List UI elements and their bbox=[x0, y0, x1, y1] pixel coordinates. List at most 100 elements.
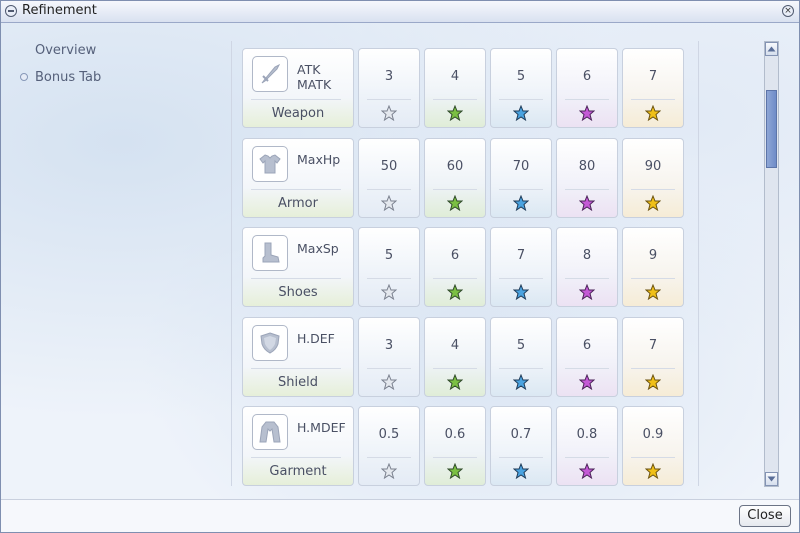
table-row: MaxHp Armor 50 60 70 80 90 bbox=[242, 138, 702, 220]
refine-level-card[interactable]: 7 bbox=[622, 48, 684, 128]
garment-icon bbox=[252, 414, 288, 450]
star-icon bbox=[447, 463, 463, 479]
sidebar-item-label: Bonus Tab bbox=[35, 70, 102, 85]
bonus-value: 80 bbox=[578, 159, 596, 174]
star-icon bbox=[645, 195, 661, 211]
refine-level-card[interactable]: 60 bbox=[424, 138, 486, 218]
card-divider bbox=[631, 457, 675, 458]
close-button[interactable]: Close bbox=[739, 505, 791, 527]
bonus-value: 7 bbox=[648, 338, 658, 353]
refine-level-card[interactable]: 80 bbox=[556, 138, 618, 218]
equipment-card-shield[interactable]: H.DEF Shield bbox=[242, 317, 354, 397]
star-icon bbox=[447, 195, 463, 211]
refine-level-card[interactable]: 0.7 bbox=[490, 406, 552, 486]
card-divider bbox=[499, 278, 543, 279]
refine-level-card[interactable]: 50 bbox=[358, 138, 420, 218]
close-icon[interactable]: × bbox=[782, 5, 794, 17]
bonus-value: 0.6 bbox=[444, 427, 466, 442]
card-divider bbox=[631, 278, 675, 279]
bonus-value: 0.9 bbox=[642, 427, 664, 442]
star-icon bbox=[447, 105, 463, 121]
bonus-value: 5 bbox=[516, 338, 526, 353]
content-area: Overview Bonus Tab ATK MATK Weapon 3 4 5… bbox=[1, 23, 799, 499]
refine-level-card[interactable]: 7 bbox=[622, 317, 684, 397]
bonus-value: 7 bbox=[648, 69, 658, 84]
star-icon bbox=[579, 284, 595, 300]
star-icon bbox=[513, 463, 529, 479]
bonus-value: 6 bbox=[582, 338, 592, 353]
vertical-scrollbar[interactable] bbox=[764, 41, 779, 487]
equipment-name: Armor bbox=[278, 196, 318, 211]
sidebar-item-label: Overview bbox=[35, 43, 97, 58]
refine-level-card[interactable]: 0.8 bbox=[556, 406, 618, 486]
refine-level-card[interactable]: 5 bbox=[490, 317, 552, 397]
armor-icon bbox=[252, 146, 288, 182]
card-divider bbox=[565, 189, 609, 190]
footer-bar: Close bbox=[1, 499, 799, 532]
star-icon bbox=[513, 105, 529, 121]
sidebar-item-overview[interactable]: Overview bbox=[35, 43, 96, 58]
equipment-card-shoes[interactable]: MaxSp Shoes bbox=[242, 227, 354, 307]
stat-label: H.MDEF bbox=[297, 420, 346, 435]
star-icon bbox=[579, 374, 595, 390]
equipment-name: Garment bbox=[269, 464, 327, 479]
refine-level-card[interactable]: 70 bbox=[490, 138, 552, 218]
card-divider bbox=[565, 368, 609, 369]
refine-level-card[interactable]: 8 bbox=[556, 227, 618, 307]
refine-level-card[interactable]: 6 bbox=[556, 317, 618, 397]
boot-icon bbox=[252, 235, 288, 271]
bonus-value: 4 bbox=[450, 69, 460, 84]
refine-level-card[interactable]: 6 bbox=[424, 227, 486, 307]
bonus-value: 70 bbox=[512, 159, 530, 174]
bonus-value: 6 bbox=[450, 248, 460, 263]
bonus-value: 5 bbox=[516, 69, 526, 84]
refine-level-card[interactable]: 7 bbox=[490, 227, 552, 307]
star-icon bbox=[513, 195, 529, 211]
card-divider bbox=[499, 99, 543, 100]
card-divider bbox=[367, 189, 411, 190]
minimize-icon[interactable] bbox=[5, 5, 17, 17]
equipment-name: Weapon bbox=[271, 106, 325, 121]
equipment-card-armor[interactable]: MaxHp Armor bbox=[242, 138, 354, 218]
table-row: H.MDEF Garment 0.5 0.6 0.7 0.8 0.9 bbox=[242, 406, 702, 488]
refine-level-card[interactable]: 3 bbox=[358, 317, 420, 397]
star-icon bbox=[645, 374, 661, 390]
card-divider bbox=[367, 278, 411, 279]
sidebar-item-bonus-tab[interactable]: Bonus Tab bbox=[20, 70, 102, 85]
sidebar: Overview Bonus Tab bbox=[1, 23, 221, 499]
star-icon bbox=[381, 374, 397, 390]
star-icon bbox=[645, 105, 661, 121]
refine-level-card[interactable]: 4 bbox=[424, 48, 486, 128]
refine-level-card[interactable]: 0.6 bbox=[424, 406, 486, 486]
title-bar[interactable]: Refinement × bbox=[1, 1, 799, 23]
equipment-card-weapon[interactable]: ATK MATK Weapon bbox=[242, 48, 354, 128]
card-divider bbox=[499, 457, 543, 458]
bullet-icon bbox=[20, 73, 28, 81]
scroll-thumb[interactable] bbox=[766, 90, 777, 168]
refine-level-card[interactable]: 9 bbox=[622, 227, 684, 307]
equipment-card-garment[interactable]: H.MDEF Garment bbox=[242, 406, 354, 486]
refine-level-card[interactable]: 5 bbox=[358, 227, 420, 307]
card-divider bbox=[433, 457, 477, 458]
arrow-up-icon bbox=[767, 46, 776, 52]
stat-label: H.DEF bbox=[297, 331, 335, 346]
card-divider bbox=[565, 278, 609, 279]
table-row: H.DEF Shield 3 4 5 6 7 bbox=[242, 317, 702, 399]
card-divider bbox=[251, 457, 341, 458]
scroll-up-button[interactable] bbox=[765, 42, 778, 56]
refine-level-card[interactable]: 3 bbox=[358, 48, 420, 128]
bonus-value: 0.5 bbox=[378, 427, 400, 442]
scroll-down-button[interactable] bbox=[765, 472, 778, 486]
refine-level-card[interactable]: 4 bbox=[424, 317, 486, 397]
divider bbox=[231, 41, 232, 486]
bonus-value: 50 bbox=[380, 159, 398, 174]
bonus-value: 4 bbox=[450, 338, 460, 353]
refine-level-card[interactable]: 0.5 bbox=[358, 406, 420, 486]
refine-level-card[interactable]: 0.9 bbox=[622, 406, 684, 486]
star-icon bbox=[447, 284, 463, 300]
star-icon bbox=[513, 374, 529, 390]
refine-level-card[interactable]: 5 bbox=[490, 48, 552, 128]
refine-level-card[interactable]: 90 bbox=[622, 138, 684, 218]
card-divider bbox=[367, 368, 411, 369]
refine-level-card[interactable]: 6 bbox=[556, 48, 618, 128]
